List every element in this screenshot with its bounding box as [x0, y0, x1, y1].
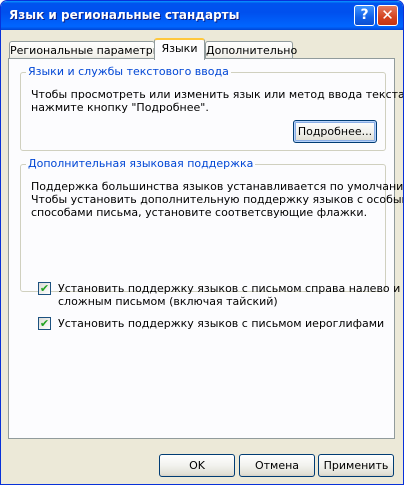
close-button[interactable]: ✕: [377, 5, 398, 26]
tab-languages[interactable]: Языки: [154, 38, 205, 60]
supplemental-legend: Дополнительная языковая поддержка: [26, 157, 256, 170]
east-asian-label[interactable]: Установить поддержку языков с письмом ие…: [58, 317, 384, 330]
dialog-window: Язык и региональные стандарты ? ✕ Регион…: [0, 0, 404, 485]
supplemental-language-support-group: Дополнительная языковая поддержка Поддер…: [20, 157, 403, 330]
close-icon: ✕: [381, 6, 394, 24]
complex-script-checkbox[interactable]: ✔: [38, 282, 51, 295]
ok-button[interactable]: OK: [159, 454, 235, 477]
help-button[interactable]: ?: [354, 5, 375, 26]
text-services-legend: Языки и службы текстового ввода: [26, 65, 231, 78]
text-services-description-line1: Чтобы просмотреть или изменить язык или …: [31, 88, 404, 101]
complex-script-label[interactable]: Установить поддержку языков с письмом сп…: [58, 282, 400, 308]
cancel-button[interactable]: Отмена: [239, 454, 315, 477]
details-button[interactable]: Подробнее...: [293, 120, 377, 143]
help-icon: ?: [360, 7, 369, 23]
complex-script-label-line2: сложным письмом (включая тайский): [58, 295, 278, 308]
checkmark-icon: ✔: [39, 317, 50, 330]
east-asian-checkbox[interactable]: ✔: [38, 317, 51, 330]
tab-page-languages: Языки и службы текстового ввода Чтобы пр…: [8, 58, 403, 439]
supplemental-description-line2: Чтобы установить дополнительную поддержк…: [31, 193, 404, 206]
complex-script-label-line1: Установить поддержку языков с письмом сп…: [58, 282, 401, 295]
text-services-description-line2: нажмите кнопку "Подробнее".: [31, 101, 209, 114]
supplemental-description-line3: способами письма, установите соответсвую…: [31, 206, 368, 219]
window-title: Язык и региональные стандарты: [9, 8, 240, 22]
text-services-group: Языки и службы текстового ввода Чтобы пр…: [20, 65, 403, 151]
checkmark-icon: ✔: [39, 282, 50, 295]
apply-button[interactable]: Применить: [318, 454, 394, 477]
supplemental-description-line1: Поддержка большинства языков устанавлива…: [31, 180, 404, 193]
title-bar[interactable]: Язык и региональные стандарты ? ✕: [1, 1, 403, 30]
